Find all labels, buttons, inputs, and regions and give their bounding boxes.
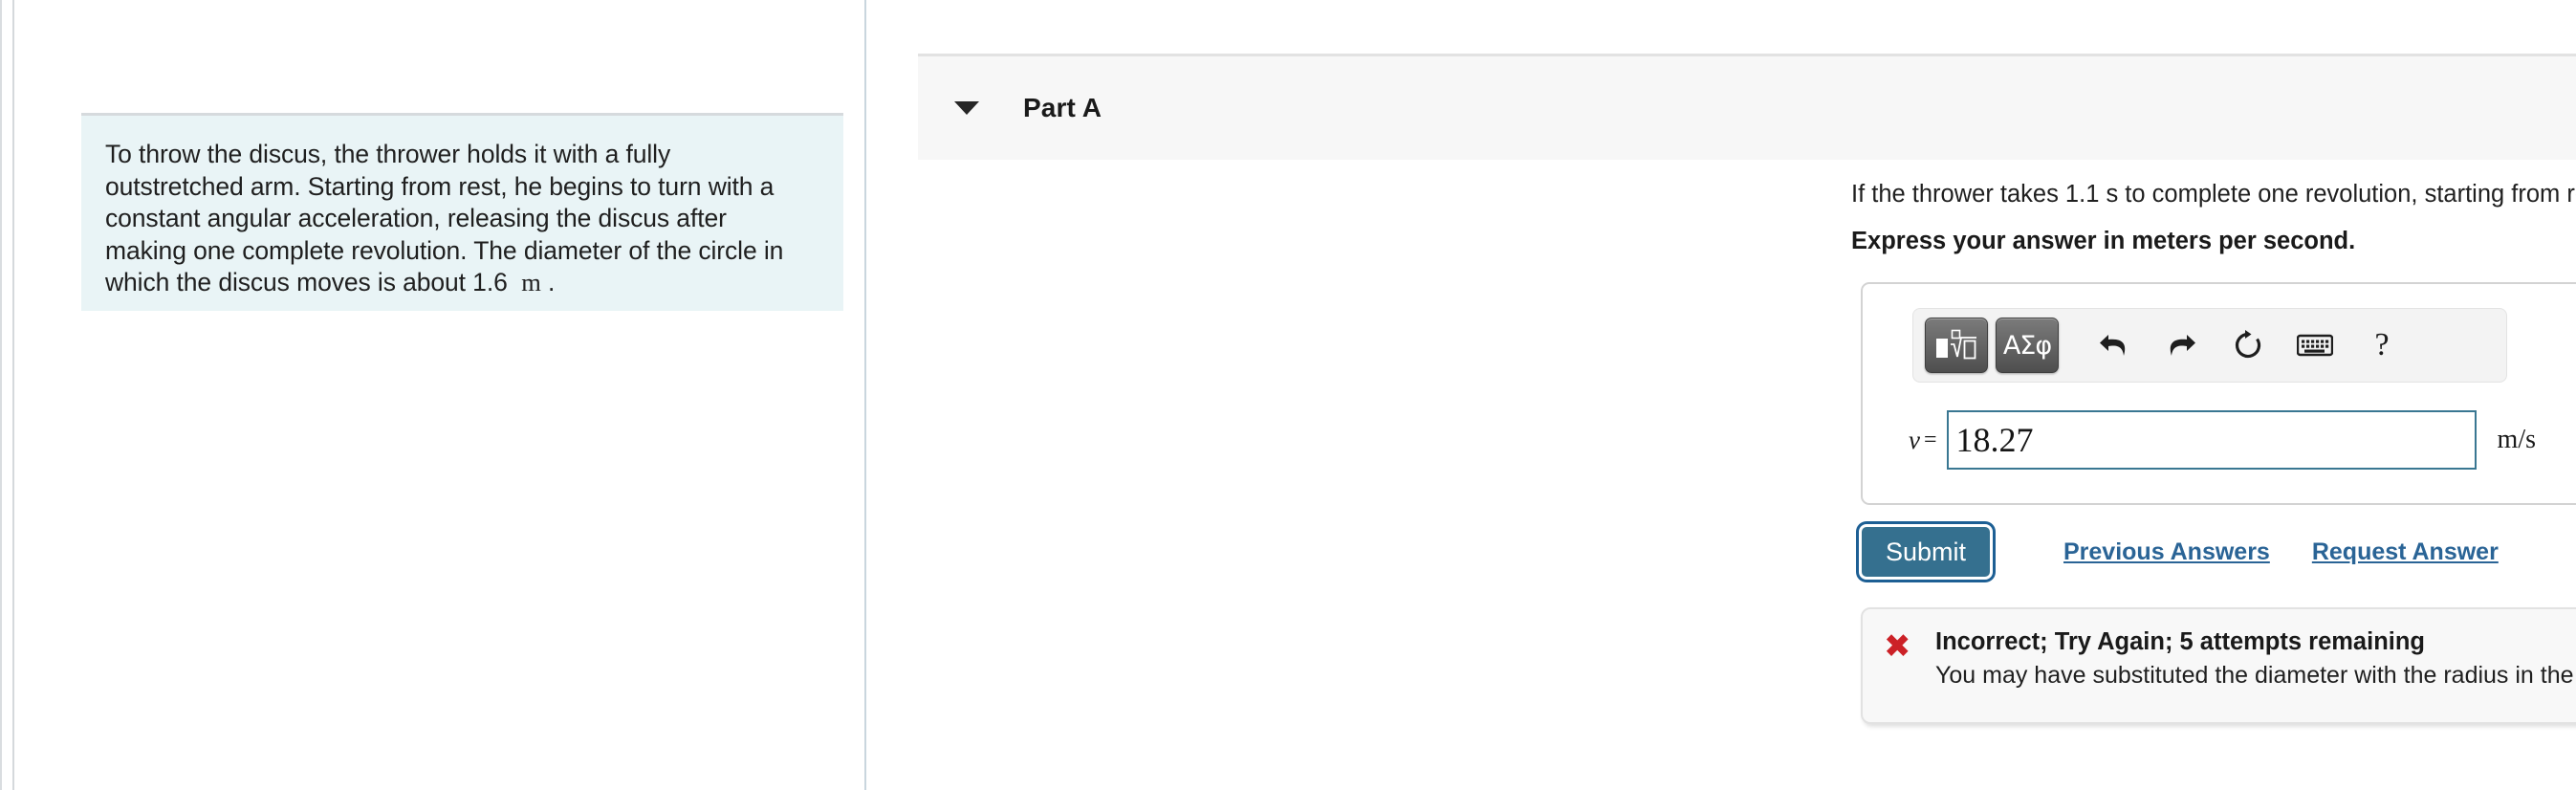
problem-unit: m <box>521 268 541 296</box>
undo-icon[interactable] <box>2095 322 2133 368</box>
answer-equals-sign: = <box>1924 427 1937 452</box>
math-template-button[interactable] <box>1925 318 1988 373</box>
question-instruction: Express your answer in meters per second… <box>1851 228 2356 254</box>
keyboard-icon[interactable] <box>2296 322 2334 368</box>
feedback-detail: You may have substituted the diameter wi… <box>1935 657 2576 694</box>
request-answer-link[interactable]: Request Answer <box>2312 538 2499 566</box>
answer-input-row: v = 18.27 m/s <box>1863 397 2576 483</box>
answer-unit-label: m/s <box>2497 425 2537 454</box>
part-title: Part A <box>1023 93 1102 122</box>
help-icon[interactable]: ? <box>2363 322 2401 368</box>
page-root: To throw the discus, the thrower holds i… <box>0 0 2576 790</box>
action-row: Submit Previous Answers Request Answer <box>1859 524 2499 580</box>
greek-symbols-label: ΑΣφ <box>2002 330 2052 361</box>
left-rail-divider <box>12 0 14 790</box>
caret-down-icon[interactable] <box>954 101 979 115</box>
feedback-box: ✖ Incorrect; Try Again; 5 attempts remai… <box>1861 607 2576 724</box>
problem-statement-body: To throw the discus, the thrower holds i… <box>105 140 784 296</box>
redo-icon[interactable] <box>2162 322 2200 368</box>
reset-icon[interactable] <box>2229 322 2267 368</box>
feedback-title: Incorrect; Try Again; 5 attempts remaini… <box>1935 628 2426 655</box>
answer-entry-panel: ΑΣφ ? v = 18.27 m/s <box>1861 282 2576 505</box>
previous-answers-link[interactable]: Previous Answers <box>2063 538 2270 566</box>
submit-button[interactable]: Submit <box>1859 524 1993 580</box>
math-toolbar: ΑΣφ ? <box>1912 308 2507 383</box>
left-problem-pane: To throw the discus, the thrower holds i… <box>0 0 866 790</box>
problem-statement-text: To throw the discus, the thrower holds i… <box>105 139 811 299</box>
greek-symbols-button[interactable]: ΑΣφ <box>1996 318 2059 373</box>
right-answer-pane: Part A If the thrower takes 1.1 s to com… <box>866 0 2576 790</box>
feedback-body: Incorrect; Try Again; 5 attempts remaini… <box>1926 626 2576 722</box>
problem-statement-card: To throw the discus, the thrower holds i… <box>81 113 843 311</box>
problem-suffix: . <box>548 268 556 296</box>
red-x-icon: ✖ <box>1884 627 1911 666</box>
feedback-detail-before: You may have substituted the diameter wi… <box>1935 662 2576 689</box>
answer-input[interactable]: 18.27 <box>1946 410 2477 470</box>
help-icon-glyph: ? <box>2374 327 2390 362</box>
answer-variable-label: v <box>1909 425 1920 454</box>
part-a-header[interactable]: Part A <box>918 54 2576 160</box>
question-text: If the thrower takes 1.1 s to complete o… <box>1851 181 2576 208</box>
